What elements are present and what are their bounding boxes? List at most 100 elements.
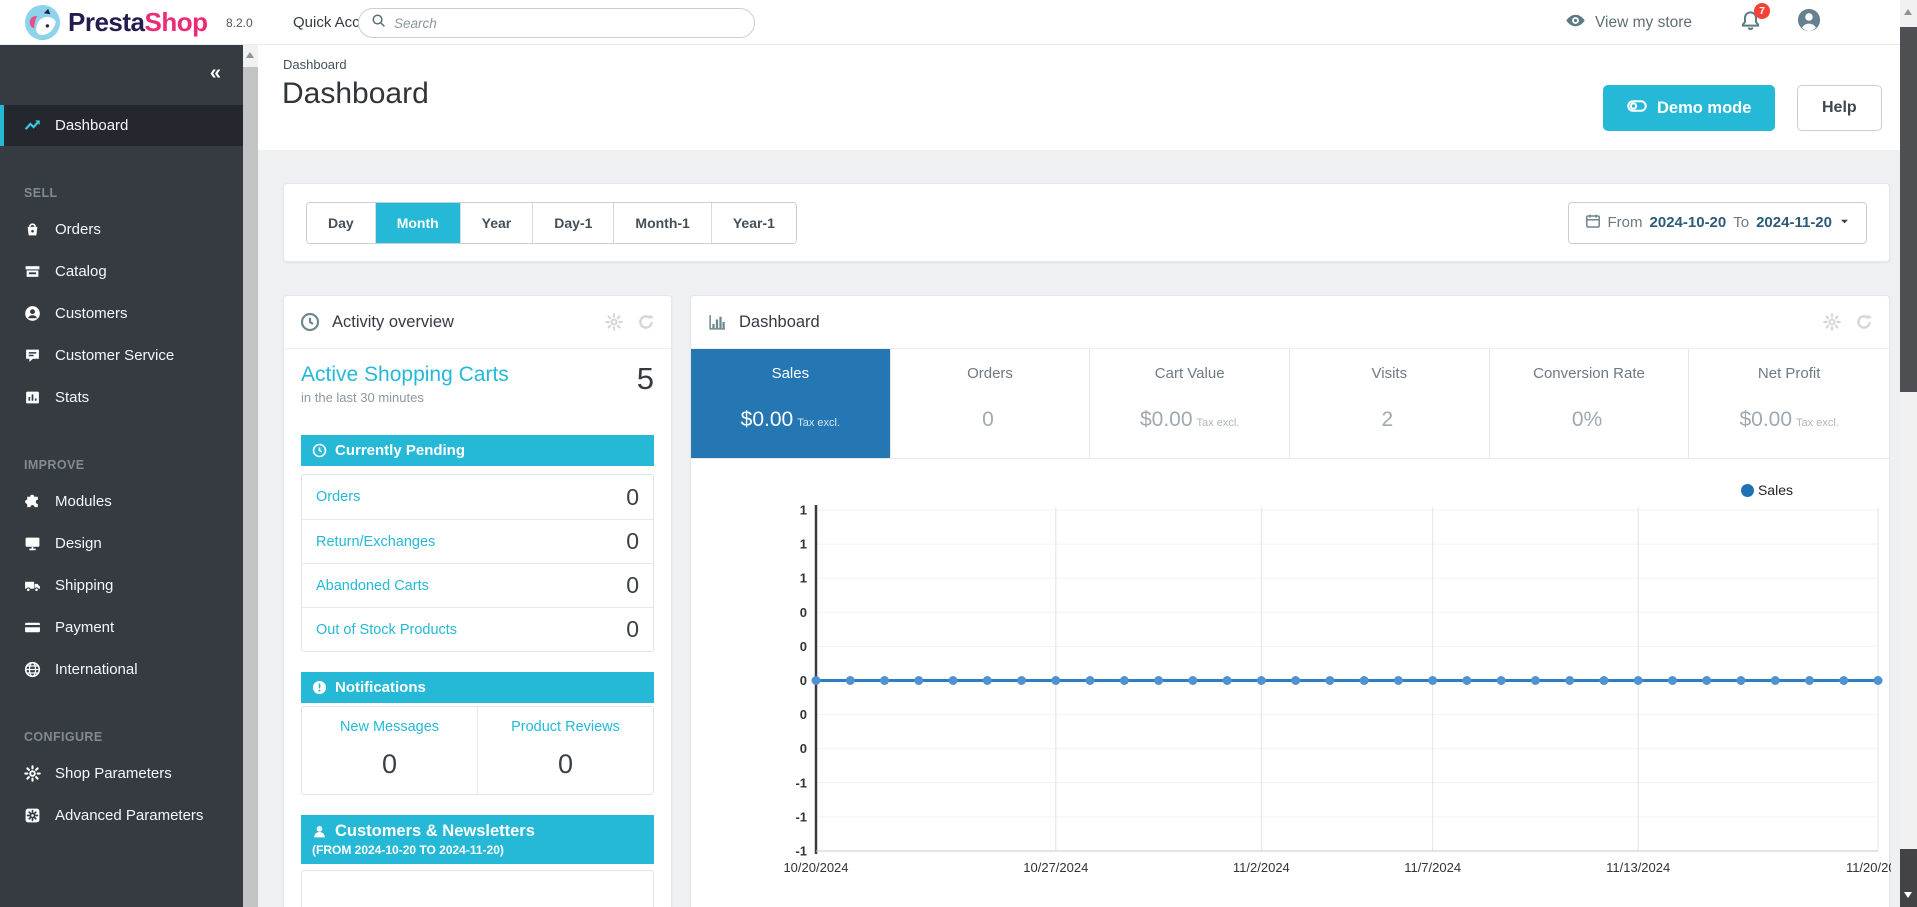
bell-icon (1740, 18, 1761, 35)
breadcrumb: Dashboard (283, 57, 347, 72)
scroll-down-icon (1904, 892, 1912, 898)
notification-link[interactable]: Product Reviews (478, 719, 653, 735)
activity-panel-title: Activity overview (332, 313, 593, 332)
sidebar-item-stats[interactable]: Stats (0, 376, 243, 418)
customers-newsletters-title: Customers & Newsletters (335, 822, 535, 841)
version-label: 8.2.0 (226, 16, 253, 30)
notification-value: 0 (302, 749, 477, 780)
topbar: PrestaShop 8.2.0 Quick Access View my st… (0, 0, 1917, 45)
sidebar-item-label: Payment (55, 619, 114, 636)
sidebar-item-label: Dashboard (55, 117, 128, 134)
range-tab-day-1[interactable]: Day-1 (533, 203, 614, 243)
scroll-up-icon[interactable] (1904, 9, 1912, 15)
kpi-value: $0.00 (1739, 408, 1792, 431)
sidebar-item-shop-parameters[interactable]: Shop Parameters (0, 752, 243, 794)
help-button[interactable]: Help (1797, 85, 1882, 131)
gear-icon[interactable] (1823, 313, 1841, 331)
sidebar-item-shipping[interactable]: Shipping (0, 564, 243, 606)
notifications-button[interactable]: 7 (1740, 10, 1761, 36)
sidebar-item-orders[interactable]: Orders (0, 208, 243, 250)
page-title: Dashboard (282, 77, 429, 111)
kpi-tile-net-profit[interactable]: Net Profit $0.00 Tax excl. (1689, 349, 1889, 458)
person-icon (312, 824, 327, 839)
brand-shop: Shop (145, 7, 208, 37)
range-tab-group: DayMonthYearDay-1Month-1Year-1 (306, 202, 797, 244)
sidebar-section-improve: IMPROVEModulesDesignShippingPaymentInter… (0, 458, 243, 690)
range-tab-year-1[interactable]: Year-1 (712, 203, 796, 243)
active-carts-label[interactable]: Active Shopping Carts (301, 363, 509, 387)
currently-pending-banner: Currently Pending (301, 435, 654, 466)
active-carts-subtitle: in the last 30 minutes (301, 390, 509, 405)
notification-link[interactable]: New Messages (302, 719, 477, 735)
demo-mode-button[interactable]: Demo mode (1603, 85, 1775, 131)
exclamation-icon (312, 680, 327, 695)
kpi-tile-conversion-rate[interactable]: Conversion Rate0% (1490, 349, 1690, 458)
kpi-tile-cart-value[interactable]: Cart Value$0.00Tax excl. (1090, 349, 1290, 458)
search-input[interactable] (394, 16, 742, 31)
pending-row-return-exchanges: Return/Exchanges0 (302, 519, 653, 563)
main-content: Dashboard Dashboard Demo mode Help DayMo… (258, 45, 1900, 907)
sidebar-item-label: Orders (55, 221, 101, 238)
sidebar-item-customer-service[interactable]: Customer Service (0, 334, 243, 376)
kpi-label: Conversion Rate (1490, 365, 1689, 382)
sidebar-item-modules[interactable]: Modules (0, 480, 243, 522)
kpi-value: $0.00 (741, 408, 794, 431)
svg-text:0: 0 (800, 639, 807, 654)
svg-text:1: 1 (800, 503, 807, 518)
scroll-down-button[interactable] (1900, 849, 1917, 907)
search-icon (371, 13, 386, 33)
notification-col-product-reviews: Product Reviews0 (477, 707, 653, 794)
sidebar-collapse-button[interactable]: « (210, 63, 221, 83)
pending-row-link[interactable]: Orders (316, 489, 360, 505)
pending-row-value: 0 (626, 572, 639, 599)
pending-row-link[interactable]: Return/Exchanges (316, 534, 435, 550)
kpi-tile-sales[interactable]: Sales$0.00Tax excl. (691, 349, 891, 458)
date-range-button[interactable]: From 2024-10-20 To 2024-11-20 (1568, 202, 1867, 244)
global-search (358, 8, 755, 38)
scrollbar-thumb[interactable] (1900, 27, 1917, 392)
pending-row-link[interactable]: Abandoned Carts (316, 578, 429, 594)
refresh-icon[interactable] (1855, 313, 1873, 331)
sidebar-item-design[interactable]: Design (0, 522, 243, 564)
sidebar-item-international[interactable]: International (0, 648, 243, 690)
sidebar-section-configure: CONFIGUREShop ParametersAdvanced Paramet… (0, 730, 243, 836)
svg-text:1: 1 (800, 537, 807, 552)
sidebar-item-label: Stats (55, 389, 89, 406)
scroll-up-icon[interactable] (246, 52, 254, 58)
dashboard-chart-panel: Dashboard Sales$0.00Tax excl.Orders0Cart… (690, 295, 1890, 907)
refresh-icon[interactable] (637, 313, 655, 331)
gear-icon[interactable] (605, 313, 623, 331)
customer-service-icon (24, 347, 41, 364)
kpi-suffix: Tax excl. (1796, 417, 1839, 429)
kpi-tile-visits[interactable]: Visits 2 (1290, 349, 1490, 458)
sidebar-item-label: Design (55, 535, 102, 552)
svg-text:0: 0 (800, 605, 807, 620)
pending-row-link[interactable]: Out of Stock Products (316, 622, 457, 638)
range-tab-year[interactable]: Year (461, 203, 534, 243)
kpi-label: Visits (1290, 365, 1489, 382)
sidebar-item-customers[interactable]: Customers (0, 292, 243, 334)
pending-row-value: 0 (626, 616, 639, 643)
sidebar-collapse-row: « (0, 55, 243, 91)
range-tab-month-1[interactable]: Month-1 (614, 203, 711, 243)
sidebar-item-advanced-parameters[interactable]: Advanced Parameters (0, 794, 243, 836)
notification-col-new-messages: New Messages 0 (302, 707, 477, 794)
view-my-store-link[interactable]: View my store (1565, 10, 1692, 36)
sidebar-item-catalog[interactable]: Catalog (0, 250, 243, 292)
svg-text:0: 0 (800, 673, 807, 688)
kpi-tile-orders[interactable]: Orders0 (891, 349, 1091, 458)
sidebar-item-payment[interactable]: Payment (0, 606, 243, 648)
sidebar-item-label: International (55, 661, 138, 678)
scrollbar-thumb[interactable] (243, 67, 258, 907)
activity-panel-header: Activity overview (284, 296, 671, 349)
kpi-value: 2 (1381, 408, 1393, 431)
kpi-label: Net Profit (1689, 365, 1889, 382)
range-tab-month[interactable]: Month (376, 203, 461, 243)
modules-icon (24, 493, 41, 510)
kpi-label: Orders (891, 365, 1090, 382)
sidebar-item-dashboard[interactable]: Dashboard (0, 105, 243, 146)
pending-row-value: 0 (626, 484, 639, 511)
range-tab-day[interactable]: Day (307, 203, 376, 243)
trend-icon (24, 117, 41, 134)
user-avatar[interactable] (1797, 8, 1821, 37)
